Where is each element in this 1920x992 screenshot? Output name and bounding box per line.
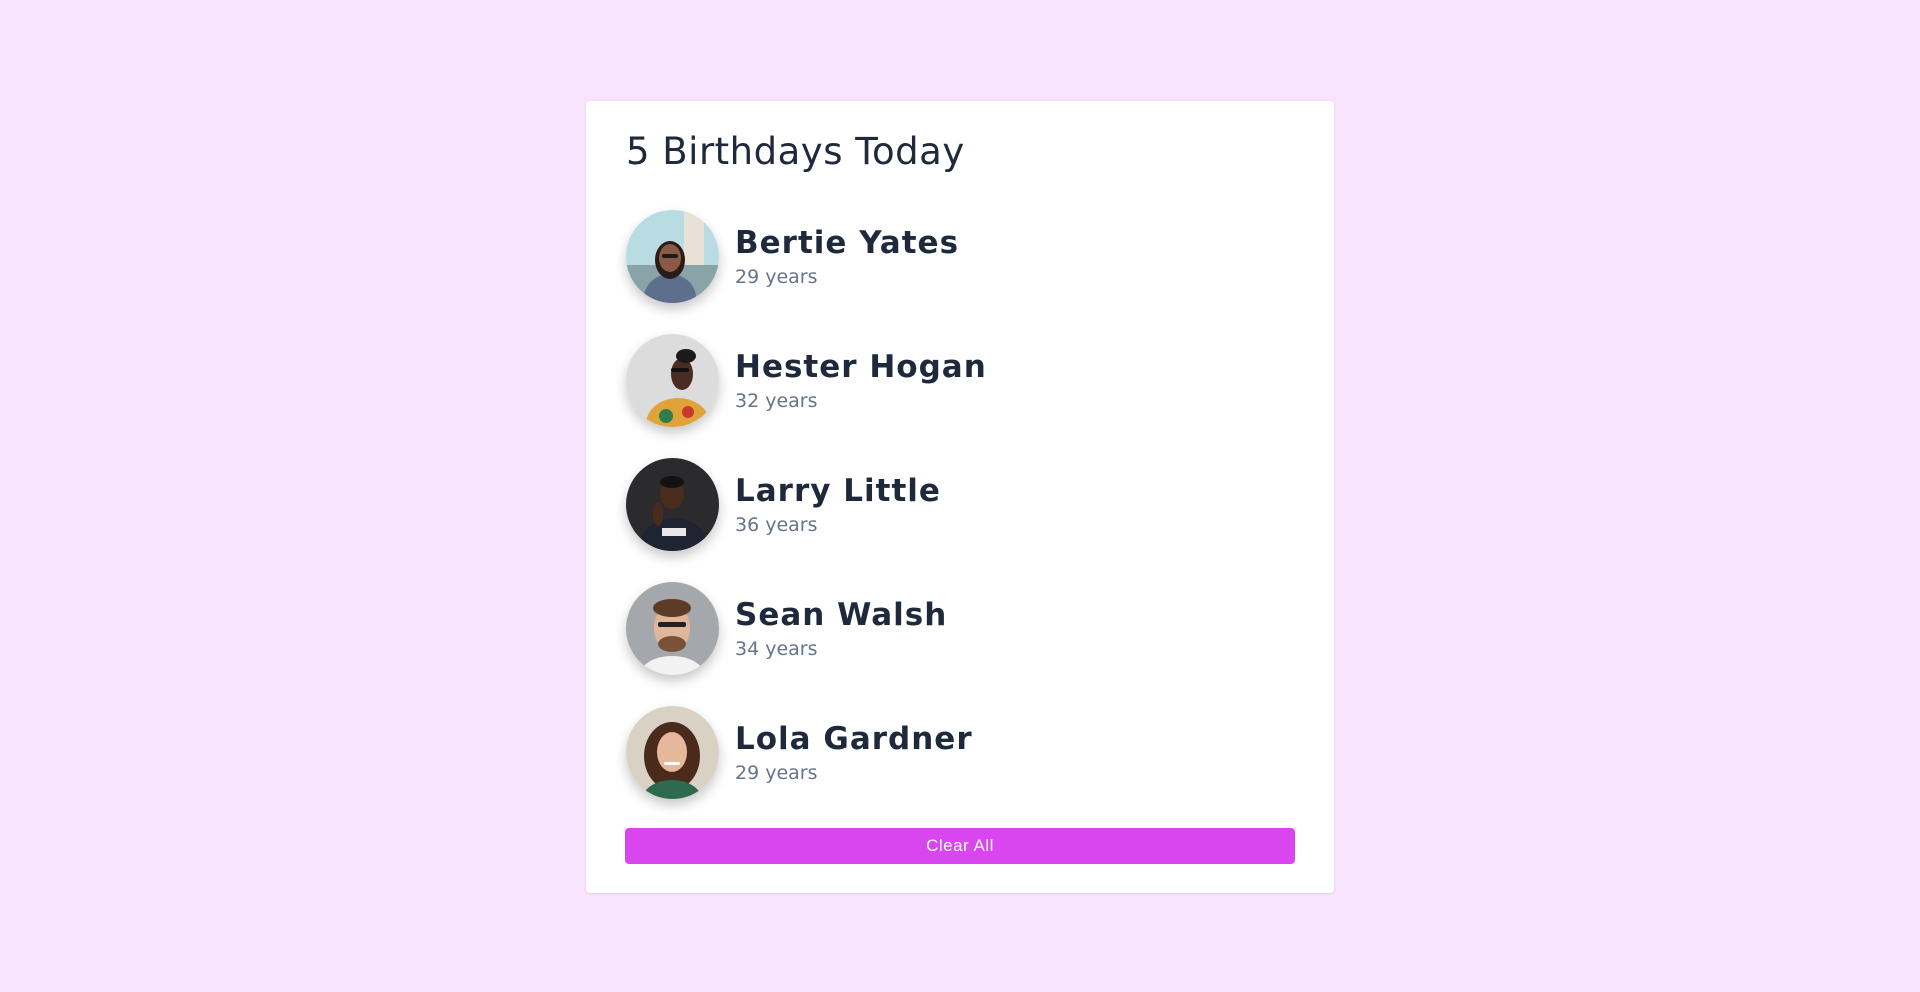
person-name: Lola Gardner [735, 720, 973, 757]
person-age: 32 years [735, 389, 818, 412]
person-age: 29 years [735, 265, 818, 288]
avatar [626, 210, 719, 303]
list-item: Larry Little 36 years [626, 458, 1294, 551]
person-name: Hester Hogan [735, 348, 987, 385]
person-info: Sean Walsh 34 years [735, 597, 947, 661]
person-info: Larry Little 36 years [735, 473, 941, 537]
clear-all-button[interactable]: Clear All [625, 828, 1295, 864]
list-item: Lola Gardner 29 years [626, 706, 1294, 799]
person-name: Larry Little [735, 472, 941, 509]
avatar [626, 582, 719, 675]
person-age: 36 years [735, 513, 818, 536]
avatar [626, 458, 719, 551]
person-age: 34 years [735, 637, 818, 660]
page-title: 5 Birthdays Today [626, 130, 965, 173]
person-info: Lola Gardner 29 years [735, 721, 973, 785]
person-name: Sean Walsh [735, 596, 948, 633]
person-name: Bertie Yates [735, 224, 960, 261]
person-info: Hester Hogan 32 years [735, 349, 987, 413]
list-item: Bertie Yates 29 years [626, 210, 1294, 303]
list-item: Hester Hogan 32 years [626, 334, 1294, 427]
person-info: Bertie Yates 29 years [735, 225, 959, 289]
avatar-photo-icon [626, 334, 719, 427]
avatar-photo-icon [626, 706, 719, 799]
list-item: Sean Walsh 34 years [626, 582, 1294, 675]
people-list: Bertie Yates 29 years Hester Hogan 32 ye… [626, 210, 1294, 799]
avatar [626, 334, 719, 427]
person-age: 29 years [735, 761, 818, 784]
avatar-photo-icon [626, 458, 719, 551]
avatar-photo-icon [626, 210, 719, 303]
birthday-card: 5 Birthdays Today Bertie Yates 29 years [586, 101, 1334, 893]
avatar-photo-icon [626, 582, 719, 675]
avatar [626, 706, 719, 799]
